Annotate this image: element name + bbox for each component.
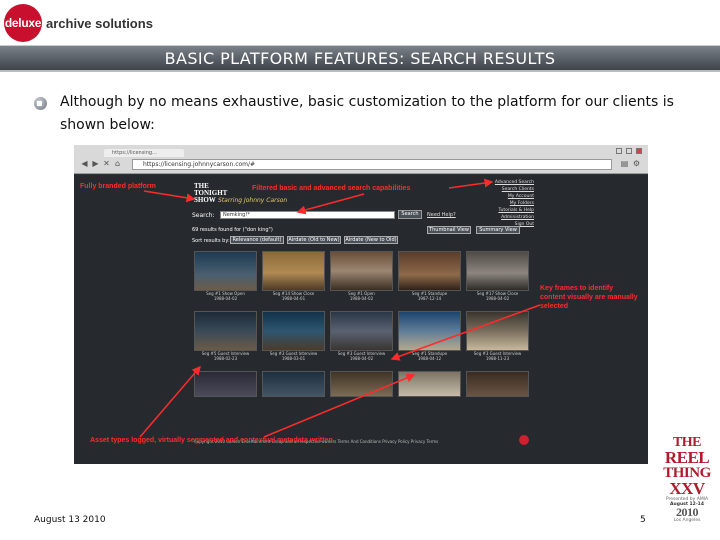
annotation-assets: Asset types logged, virtually segmented … (90, 437, 333, 444)
event-logo-line4: XXV (669, 479, 705, 498)
arrow-links (448, 178, 494, 189)
arrow-assets-1 (139, 365, 201, 438)
logo-text: archive solutions (46, 15, 153, 31)
arrow-keyframes (390, 304, 541, 361)
page-number: 5 (640, 515, 646, 525)
event-city: Los Angeles (673, 518, 701, 523)
slide-title: BASIC PLATFORM FEATURES: SEARCH RESULTS (164, 49, 556, 68)
arrow-branded (143, 190, 196, 203)
footer-date: August 13 2010 (34, 515, 106, 525)
arrow-assets-2 (263, 373, 416, 438)
event-logo-line2: REEL (664, 448, 710, 467)
bullet-text: Although by no means exhaustive, basic c… (60, 94, 674, 133)
annotation-filtered: Filtered basic and advanced search capab… (252, 185, 411, 192)
arrow-search (296, 193, 365, 215)
slide-title-bar: BASIC PLATFORM FEATURES: SEARCH RESULTS (0, 45, 720, 72)
event-year: 2010 (676, 505, 699, 519)
logo-mark: deluxe (4, 4, 42, 42)
bullet-icon (34, 97, 47, 110)
annotation-branded: Fully branded platform (80, 183, 156, 190)
annotation-keyframes: Key frames to identify content visually … (540, 285, 638, 310)
event-logo: THE REEL THING XXV Presented by AMIA Aug… (654, 436, 720, 536)
embedded-screenshot: https://licensing... ◀ ▶ ✕ ⌂ https://lic… (74, 145, 648, 464)
company-logo: deluxe archive solutions (4, 4, 153, 42)
